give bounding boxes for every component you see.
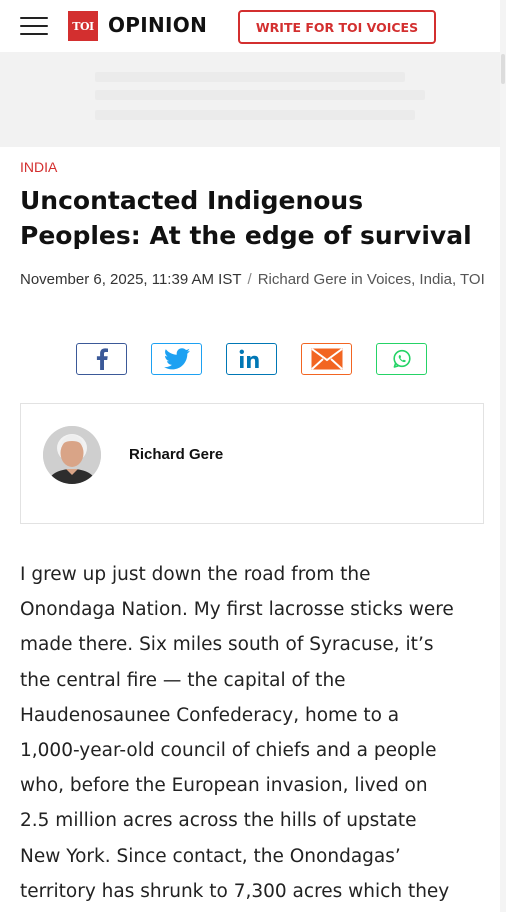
author-avatar[interactable] (43, 426, 101, 484)
author-name[interactable]: Richard Gere (129, 446, 223, 463)
article-headline: Uncontacted Indigenous Peoples: At the e… (20, 186, 472, 250)
menu-icon-bar (20, 17, 48, 19)
facebook-icon (96, 348, 108, 370)
article-byline[interactable]: Richard Gere in Voices, India, TOI (258, 271, 485, 288)
menu-icon[interactable] (20, 16, 48, 36)
article-body: I grew up just down the road from the On… (20, 557, 492, 909)
ad-placeholder-line (95, 72, 405, 82)
body-line: New York. Since contact, the Onondagas’ (20, 845, 401, 867)
menu-icon-bar (20, 33, 48, 35)
share-email-button[interactable] (301, 343, 352, 375)
section-title[interactable]: OPINION (108, 13, 207, 37)
toi-logo[interactable]: TOI (68, 11, 98, 41)
top-header: TOI OPINION WRITE FOR TOI VOICES (0, 0, 506, 52)
ad-placeholder-line (95, 110, 415, 120)
body-line: who, before the European invasion, lived… (20, 775, 428, 797)
meta-separator: / (247, 271, 252, 288)
share-twitter-button[interactable] (151, 343, 202, 375)
body-line: 2.5 million acres across the hills of up… (20, 810, 417, 832)
body-line: 1,000-year-old council of chiefs and a p… (20, 740, 437, 762)
mail-icon (310, 348, 343, 370)
share-linkedin-button[interactable] (226, 343, 277, 375)
share-facebook-button[interactable] (76, 343, 127, 375)
article-meta: November 6, 2025, 11:39 AM IST / Richard G… (20, 266, 490, 294)
author-card[interactable]: Richard Gere (20, 403, 484, 524)
body-line: Onondaga Nation. My first lacrosse stick… (20, 599, 454, 621)
twitter-icon (163, 348, 190, 370)
article-category[interactable]: INDIA (20, 159, 57, 175)
body-line: the central fire — the capital of the (20, 669, 346, 691)
menu-icon-bar (20, 25, 48, 27)
linkedin-icon (239, 349, 259, 368)
body-line: Haudenosaunee Confederacy, home to a (20, 704, 400, 726)
author-portrait-icon (43, 426, 101, 484)
ad-banner[interactable] (0, 52, 500, 147)
scrollbar[interactable] (500, 0, 506, 912)
body-line: made there. Six miles south of Syracuse,… (20, 634, 434, 656)
body-line: territory has shrunk to 7,300 acres whic… (20, 880, 450, 902)
publish-date: November 6, 2025, 11:39 AM IST (20, 271, 242, 288)
ad-placeholder-line (95, 90, 425, 100)
scrollbar-thumb[interactable] (501, 54, 505, 84)
body-line: I grew up just down the road from the (20, 564, 371, 585)
whatsapp-icon (392, 349, 411, 368)
share-whatsapp-button[interactable] (376, 343, 427, 375)
write-for-toi-voices-button[interactable]: WRITE FOR TOI VOICES (238, 10, 436, 44)
